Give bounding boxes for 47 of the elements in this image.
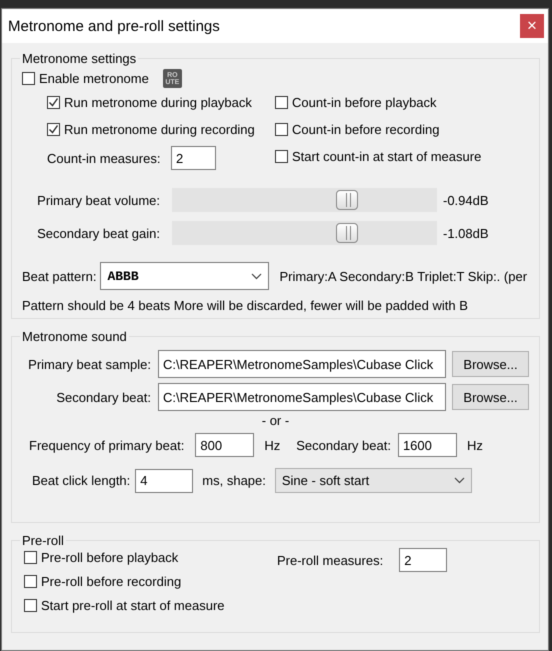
group-title: Pre-roll: [21, 533, 65, 548]
unit-label: Hz: [466, 438, 483, 452]
unit-label: ms, shape:: [202, 473, 266, 488]
checkbox[interactable]: Run metronome during recording: [47, 122, 275, 137]
checkbox[interactable]: Count-in before recording: [275, 122, 482, 137]
browse-button[interactable]: Browse...: [452, 351, 529, 377]
input-field[interactable]: 2: [171, 146, 216, 170]
checkbox[interactable]: Count-in before playback: [275, 95, 482, 110]
slider-label: Secondary beat gain:: [36, 226, 161, 240]
checkbox[interactable]: Pre-roll before recording: [24, 574, 277, 589]
checkbox[interactable]: Start count-in at start of measure: [275, 149, 482, 164]
checkbox[interactable]: Enable metronome: [22, 71, 149, 86]
input-field[interactable]: 800: [195, 433, 254, 457]
group-title: Metronome sound: [21, 329, 128, 344]
field-label: Frequency of primary beat:: [29, 438, 184, 452]
input-field[interactable]: 2: [399, 548, 448, 572]
field-label: Beat pattern:: [22, 268, 96, 284]
checkbox[interactable]: Start pre-roll at start of measure: [24, 598, 277, 613]
checkbox[interactable]: Pre-roll before playback: [24, 550, 277, 565]
input-field[interactable]: C:\REAPER\MetronomeSamples\Cubase Click: [158, 350, 446, 378]
input-field[interactable]: 4: [135, 468, 194, 492]
slider-label: Primary beat volume:: [36, 192, 161, 208]
checkbox[interactable]: Run metronome during playback: [47, 95, 275, 110]
field-label: Primary beat sample:: [27, 356, 152, 372]
browse-button[interactable]: Browse...: [452, 384, 529, 410]
field-label: Beat click length:: [32, 473, 130, 488]
group-title: Metronome settings: [21, 51, 138, 66]
field-label: Secondary beat:: [55, 390, 152, 404]
field-label: Pre-roll measures:: [277, 552, 384, 568]
input-field[interactable]: 1600: [398, 433, 457, 457]
slider-reading: -0.94dB: [443, 192, 489, 208]
separator-text: - or -: [262, 413, 290, 428]
slider-thumb[interactable]: [336, 190, 358, 210]
close-button[interactable]: ×: [520, 14, 544, 38]
field-label: Count-in measures:: [47, 150, 162, 166]
check-icon: [48, 124, 59, 135]
pattern-hint: Primary:A Secondary:B Triplet:T Skip:. (per: [279, 268, 528, 284]
slider-thumb[interactable]: [336, 223, 358, 243]
pattern-combo[interactable]: ABBB: [100, 262, 270, 290]
window-title: Metronome and pre-roll settings: [8, 18, 220, 34]
pattern-note: Pattern should be 4 beats More will be discarded, fewer will be padded with B: [22, 298, 469, 313]
field-label: Secondary beat:: [296, 438, 391, 452]
slider-reading: -1.08dB: [443, 226, 489, 240]
input-field[interactable]: C:\REAPER\MetronomeSamples\Cubase Click: [158, 383, 446, 411]
shape-dropdown[interactable]: Sine - soft start: [274, 468, 472, 493]
unit-label: Hz: [264, 438, 280, 452]
check-icon: [48, 97, 59, 108]
